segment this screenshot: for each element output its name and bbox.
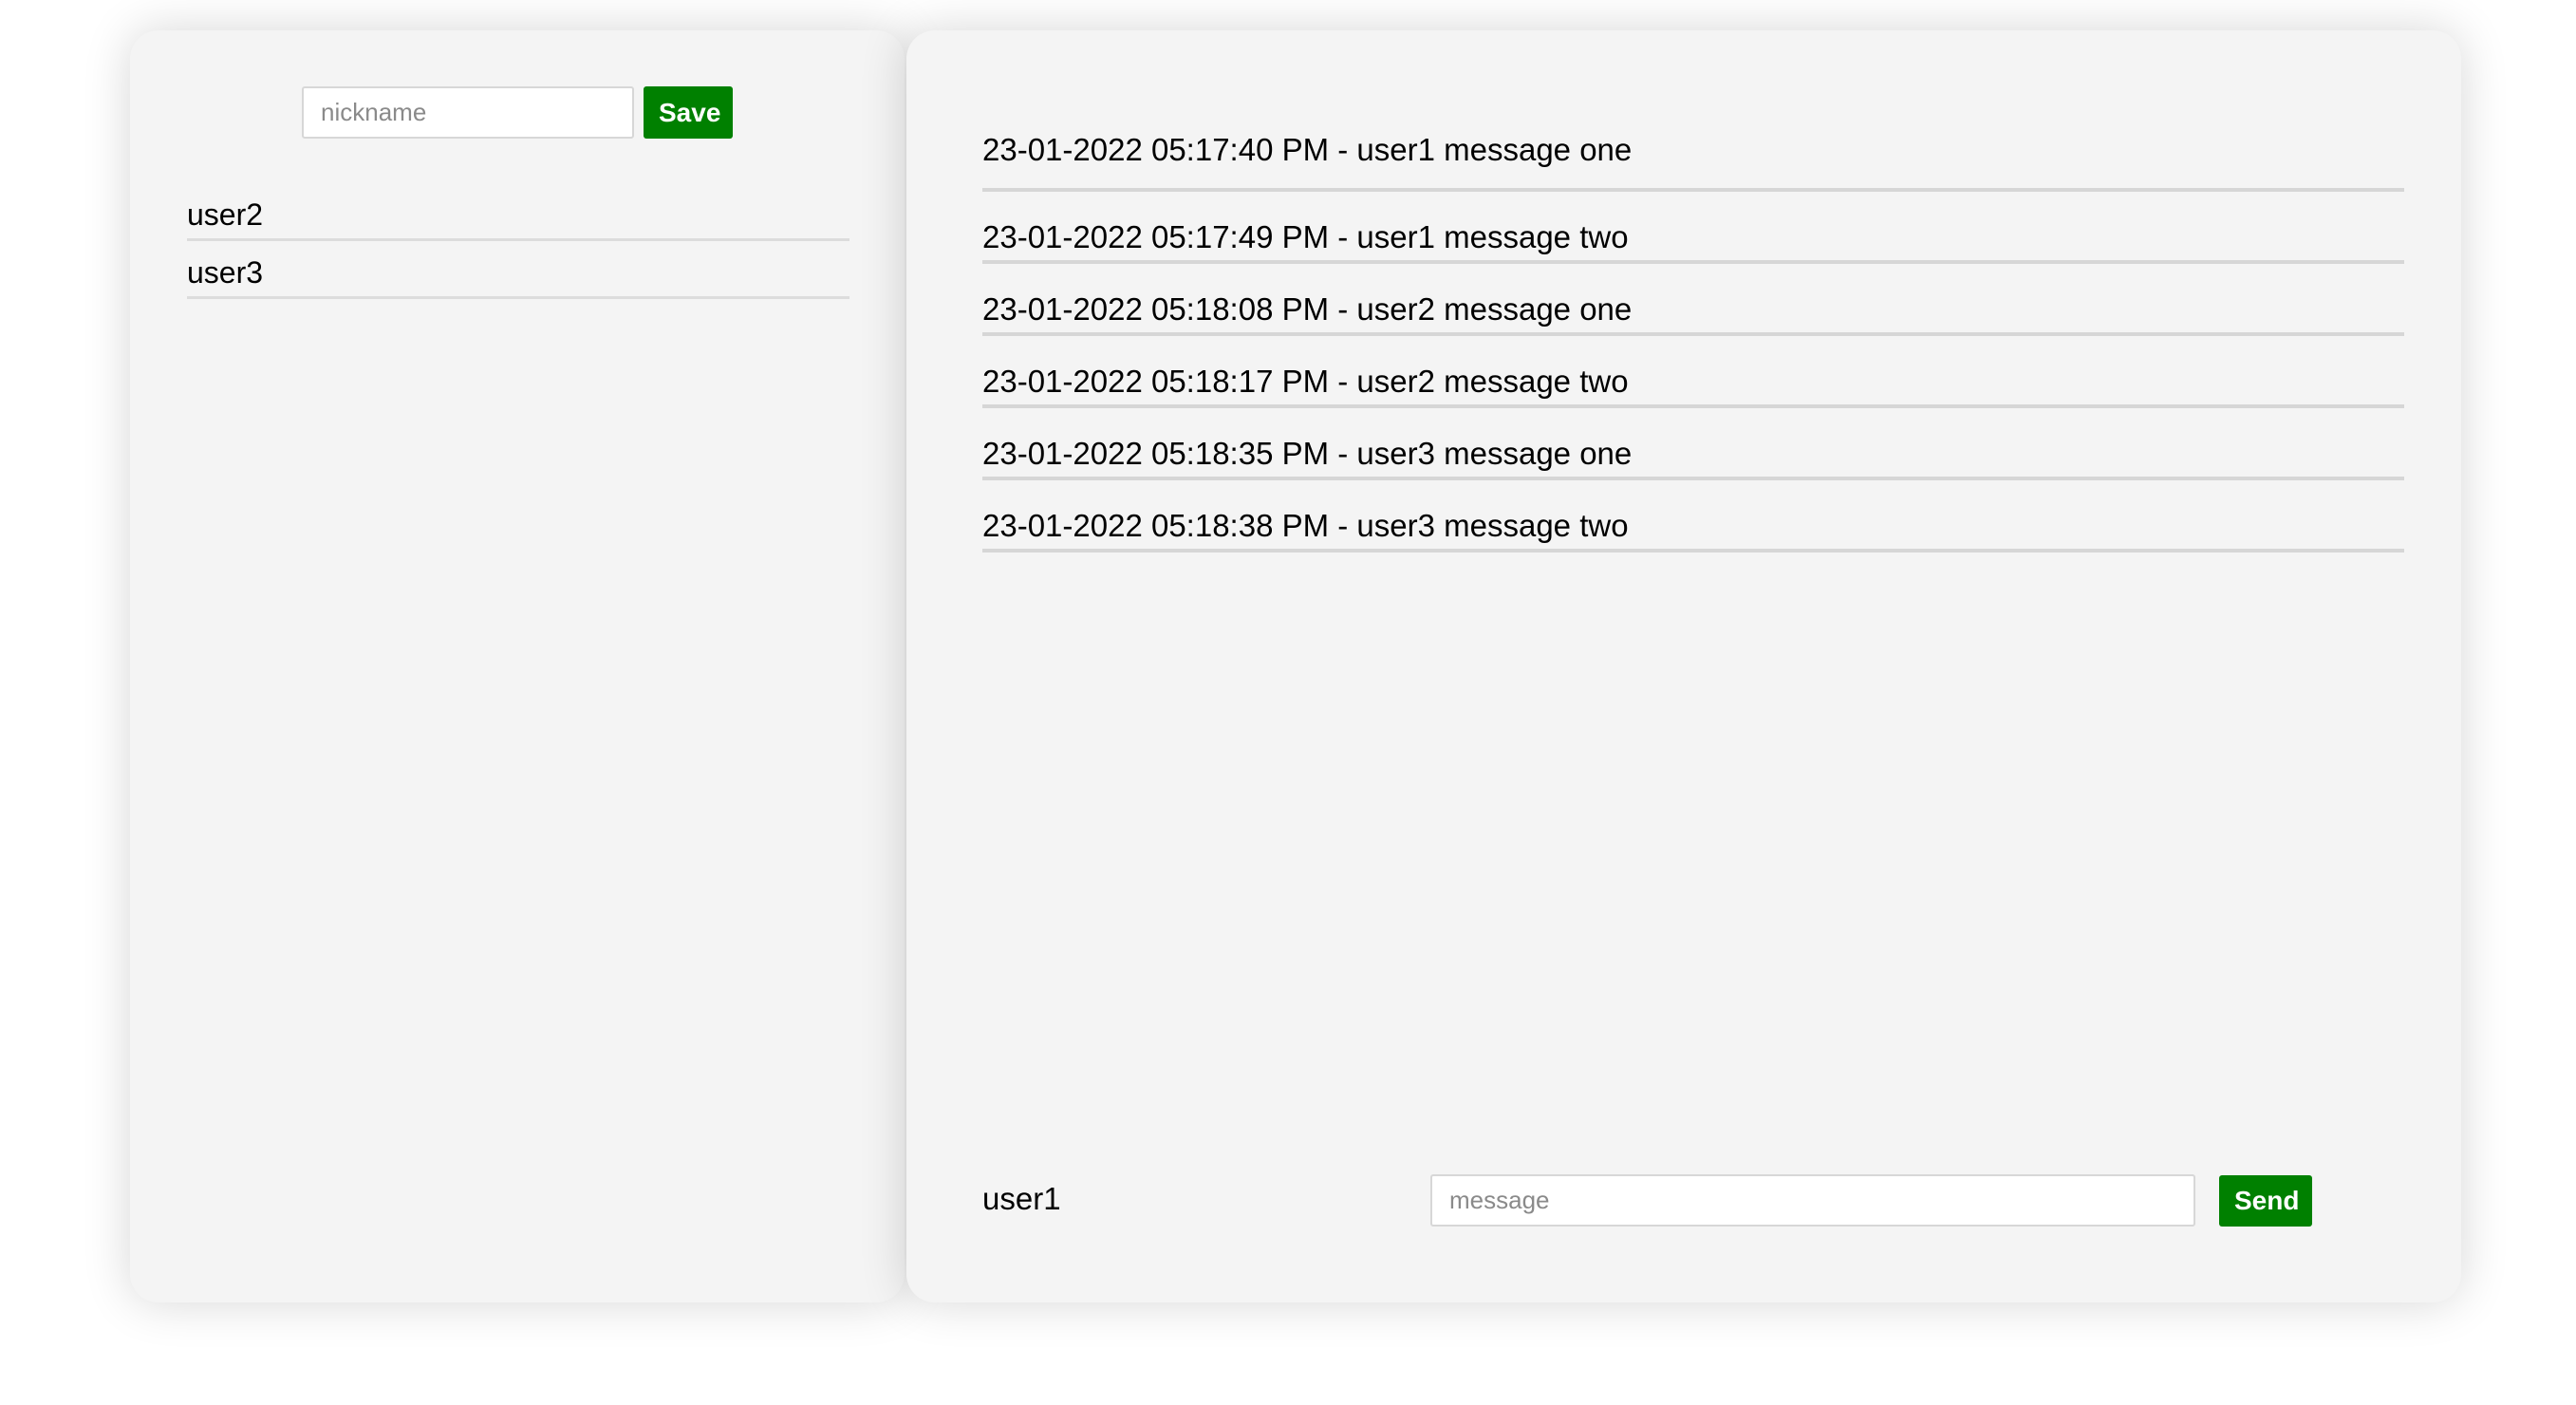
- message-item: 23-01-2022 05:18:17 PM - user2 message t…: [982, 336, 2404, 408]
- message-composer: Send: [1430, 1174, 2312, 1227]
- message-list: 23-01-2022 05:17:40 PM - user1 message o…: [982, 107, 2404, 553]
- message-item: 23-01-2022 05:18:08 PM - user2 message o…: [982, 264, 2404, 336]
- current-user-label: user1: [982, 1181, 1061, 1216]
- message-item: 23-01-2022 05:17:40 PM - user1 message o…: [982, 107, 2404, 192]
- message-item: 23-01-2022 05:18:35 PM - user3 message o…: [982, 408, 2404, 480]
- nickname-input[interactable]: [302, 86, 634, 139]
- send-button[interactable]: Send: [2219, 1174, 2312, 1227]
- save-button[interactable]: Save: [644, 86, 733, 139]
- message-input[interactable]: [1430, 1174, 2195, 1227]
- message-item: 23-01-2022 05:18:38 PM - user3 message t…: [982, 480, 2404, 553]
- user-list-item[interactable]: user2: [187, 182, 849, 241]
- user-list: user2 user3: [187, 182, 849, 299]
- nickname-form: Save: [302, 86, 733, 139]
- user-list-item[interactable]: user3: [187, 241, 849, 299]
- users-panel: Save user2 user3: [130, 30, 905, 1302]
- message-item: 23-01-2022 05:17:49 PM - user1 message t…: [982, 192, 2404, 264]
- chat-panel: 23-01-2022 05:17:40 PM - user1 message o…: [906, 30, 2461, 1302]
